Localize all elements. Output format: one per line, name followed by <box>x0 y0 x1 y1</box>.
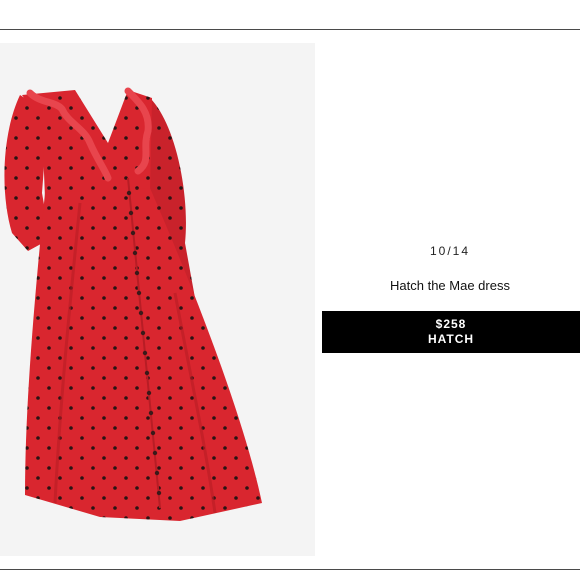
product-title[interactable]: Hatch the Mae dress <box>320 278 580 293</box>
top-divider <box>0 29 580 30</box>
bottom-divider <box>0 569 580 570</box>
product-price-button[interactable]: $258 HATCH <box>322 311 580 353</box>
product-price: $258 <box>435 317 467 331</box>
slide-counter: 10/14 <box>429 244 471 258</box>
dress-illustration <box>4 87 262 521</box>
product-brand: HATCH <box>427 332 475 346</box>
product-image[interactable] <box>0 43 315 556</box>
